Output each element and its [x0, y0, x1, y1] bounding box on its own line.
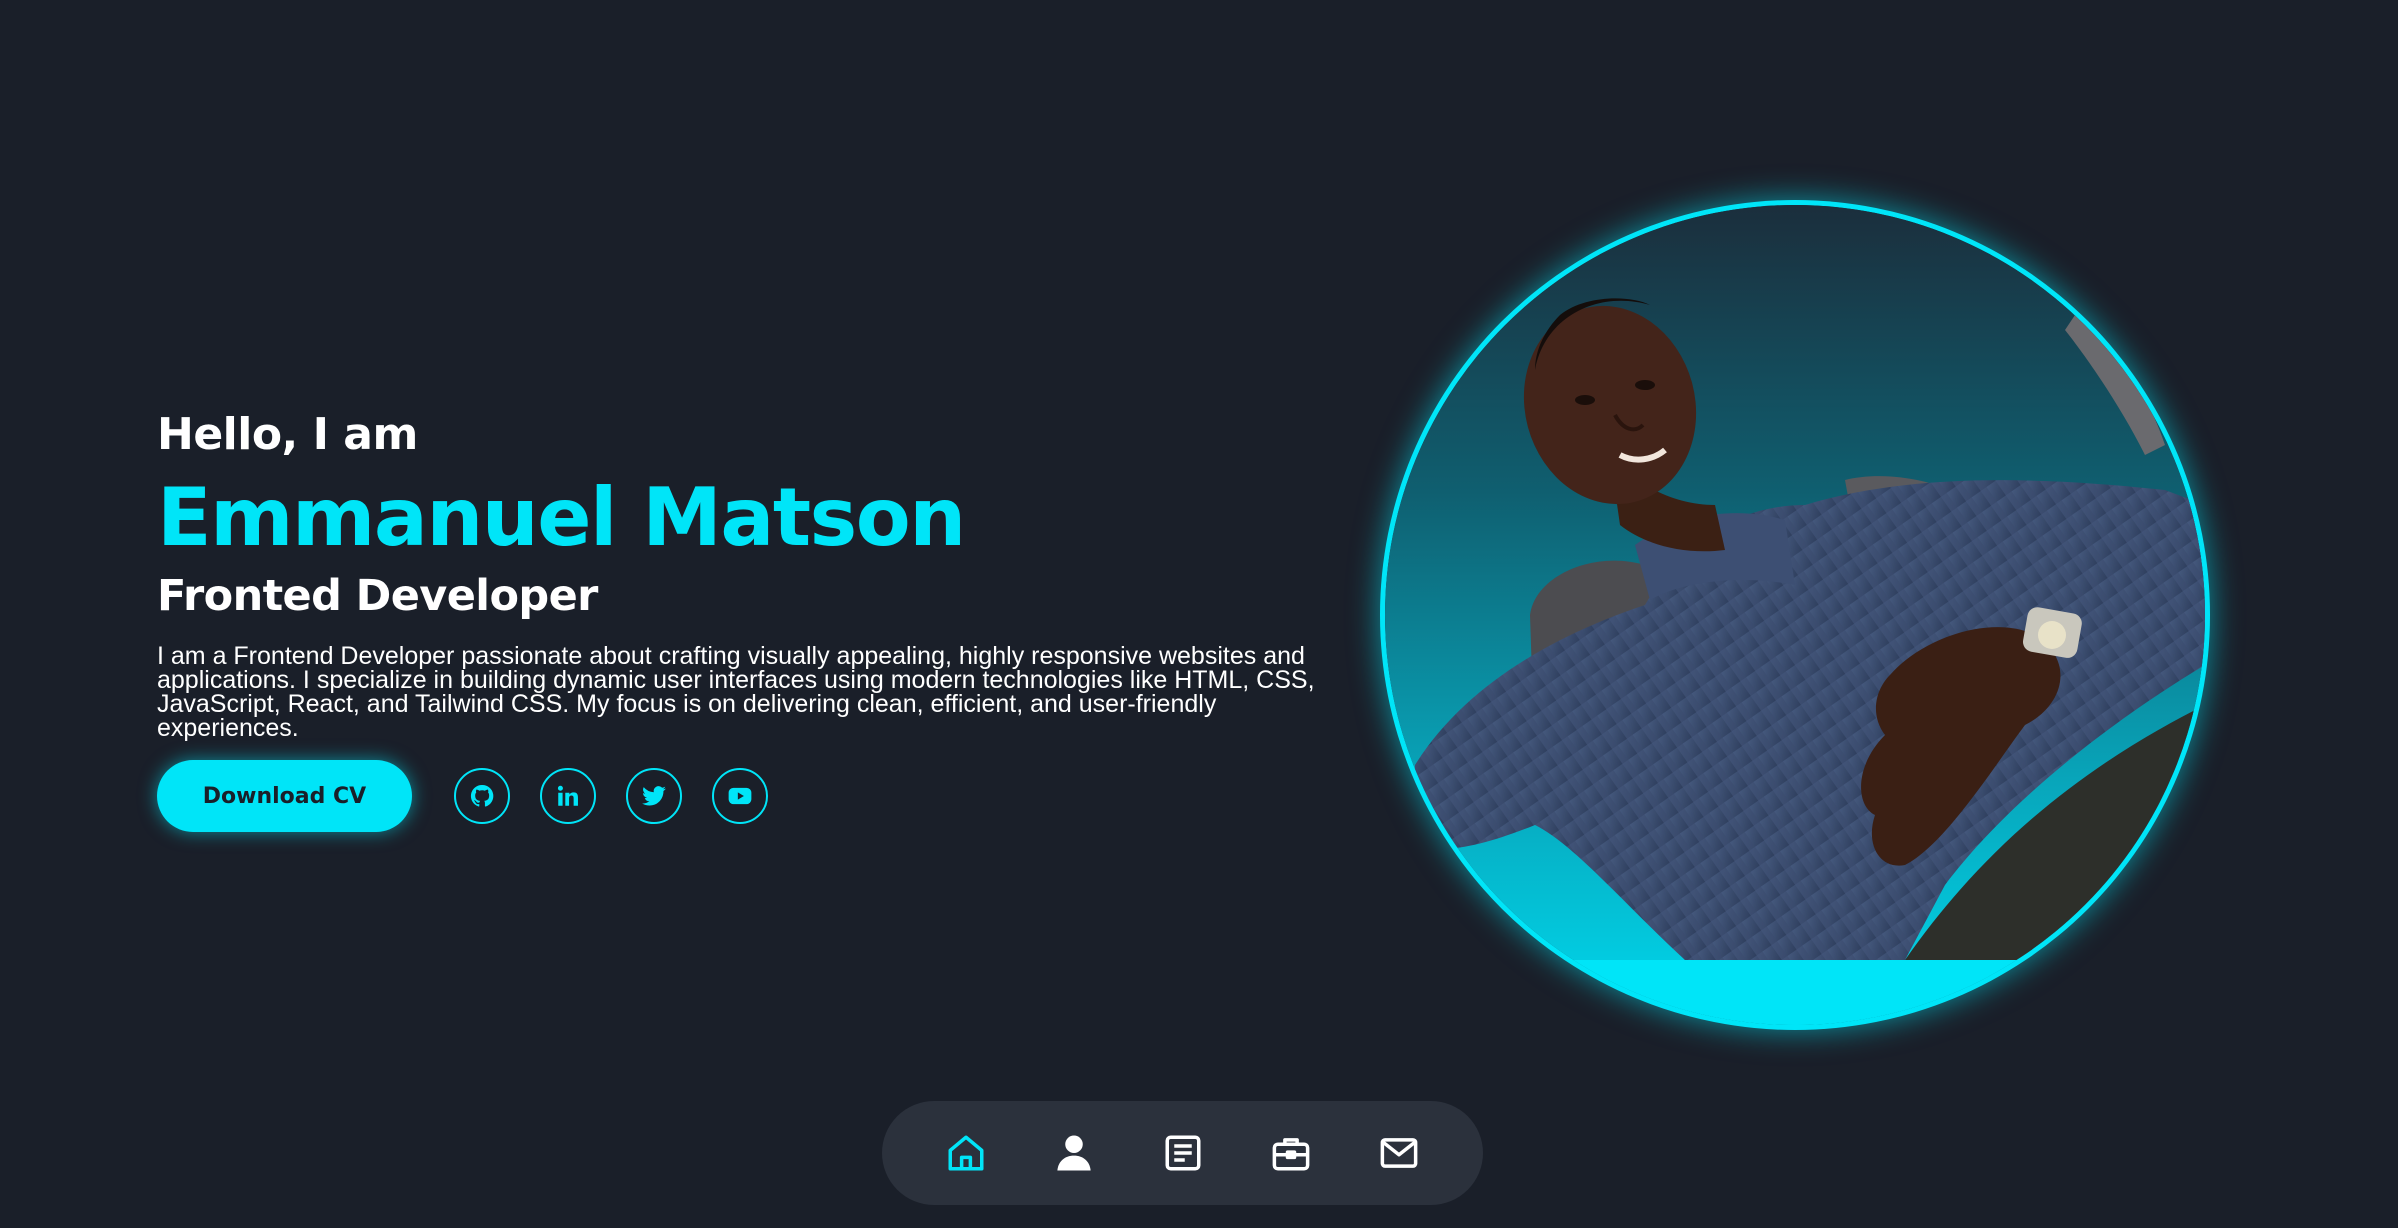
profile-photo-illustration [1385, 205, 2205, 1025]
download-cv-button[interactable]: Download CV [157, 760, 412, 832]
hero-bio: I am a Frontend Developer passionate abo… [157, 642, 1315, 742]
nav-about[interactable] [1052, 1131, 1096, 1175]
home-icon [948, 1135, 984, 1171]
bottom-nav [882, 1101, 1483, 1205]
nav-portfolio[interactable] [1269, 1131, 1313, 1175]
hero-actions: Download CV [157, 760, 798, 832]
social-links [454, 768, 798, 824]
hero-role: Fronted Developer [157, 571, 598, 621]
twitter-icon [642, 786, 666, 806]
profile-photo [1385, 205, 2205, 1025]
linkedin-icon [557, 785, 578, 806]
user-icon [1057, 1135, 1091, 1171]
hero-text: Hello, I am Emmanuel Matson Fronted Deve… [157, 402, 1337, 742]
page: Hello, I am Emmanuel Matson Fronted Deve… [0, 0, 2398, 1228]
youtube-icon [728, 787, 752, 805]
mail-icon [1380, 1138, 1418, 1168]
linkedin-link[interactable] [540, 768, 596, 824]
briefcase-icon [1272, 1138, 1310, 1171]
youtube-link[interactable] [712, 768, 768, 824]
nav-contact[interactable] [1377, 1131, 1421, 1175]
nav-home[interactable] [944, 1131, 988, 1175]
github-icon [470, 784, 494, 807]
nav-resume[interactable] [1161, 1131, 1205, 1175]
hero-name: Emmanuel Matson [157, 471, 966, 564]
greeting: Hello, I am [157, 409, 418, 460]
twitter-link[interactable] [626, 768, 682, 824]
github-link[interactable] [454, 768, 510, 824]
document-icon [1165, 1135, 1200, 1171]
